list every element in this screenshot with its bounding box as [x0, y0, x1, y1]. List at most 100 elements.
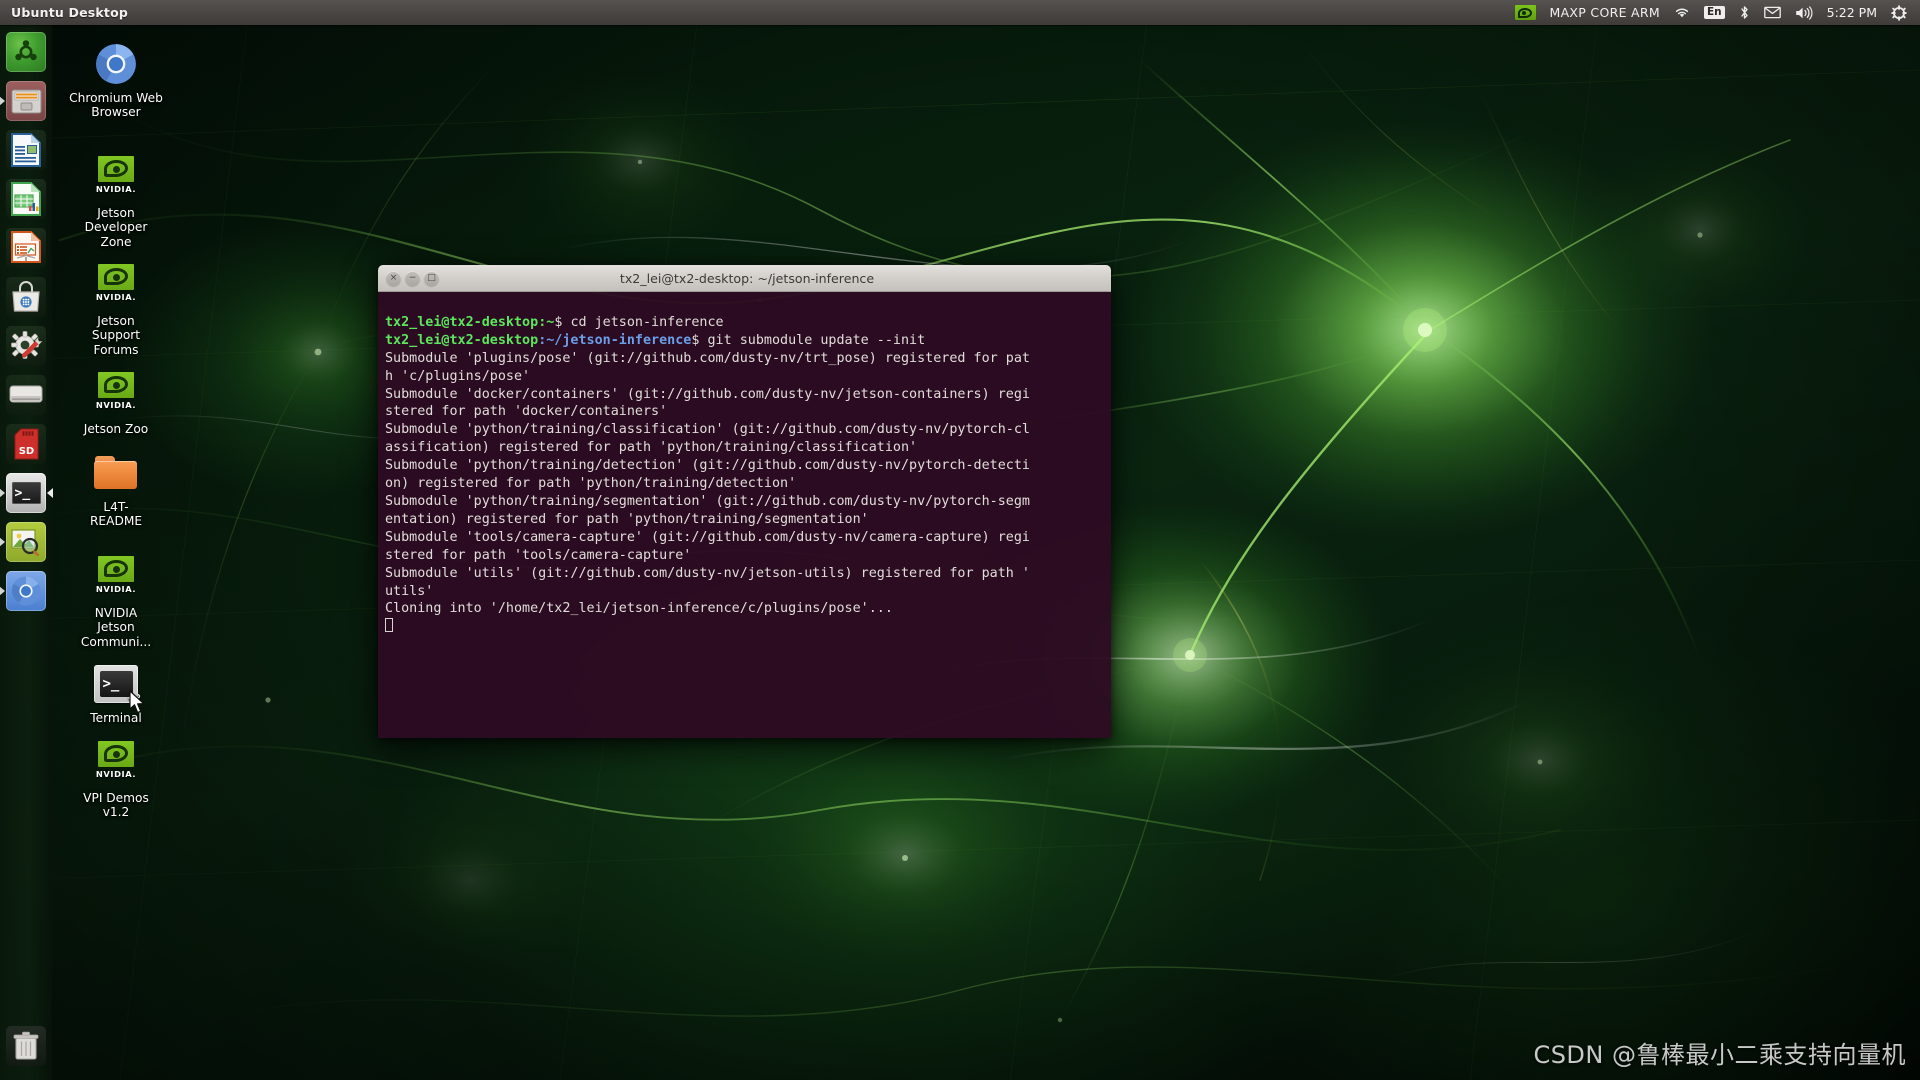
nvidia-wordmark: NVIDIA.: [96, 769, 136, 779]
settings-gear-icon: [10, 330, 43, 363]
panel-indicators: MAXP CORE ARM En: [1508, 0, 1920, 25]
wifi-icon: [1674, 6, 1690, 19]
presentation-impress-icon: [6, 228, 46, 268]
terminal-art: >_ ↩: [94, 665, 138, 703]
desktop-icon-vpi-demos[interactable]: NVIDIA. VPI Demos v1.2: [68, 740, 164, 820]
desktop-icon-label: Chromium Web Browser: [69, 91, 163, 120]
minimize-icon[interactable]: −: [405, 271, 420, 286]
trash-bin-icon: [6, 1026, 46, 1066]
profile-indicator[interactable]: MAXP CORE ARM: [1543, 0, 1667, 25]
launcher-item-libreoffice-calc[interactable]: [4, 177, 48, 221]
command-text: cd jetson-inference: [570, 315, 723, 330]
nvidia-eye-icon: [98, 741, 134, 767]
image-viewer-icon: [10, 527, 42, 557]
close-icon[interactable]: ×: [386, 271, 401, 286]
terminal-window[interactable]: × − □ tx2_lei@tx2-desktop: ~/jetson-infe…: [378, 265, 1111, 738]
ubuntu-logo-icon: [6, 32, 46, 72]
maximize-icon[interactable]: □: [424, 271, 439, 286]
desktop-icon-terminal[interactable]: >_ ↩ Terminal: [68, 660, 164, 725]
watermark-text: CSDN @鲁棒最小二乘支持向量机: [1533, 1035, 1906, 1070]
unity-launcher: SD >_: [0, 25, 52, 1080]
shortcut-link-arrow-icon: ↩: [128, 690, 141, 706]
clock-indicator[interactable]: 5:22 PM: [1820, 0, 1884, 25]
terminal-prompt-icon: >_: [6, 473, 46, 513]
svg-text:SD: SD: [18, 446, 34, 457]
nvidia-wordmark: NVIDIA.: [96, 400, 136, 410]
memory-card-icon: SD: [14, 428, 39, 460]
prompt-symbol: $: [554, 315, 570, 330]
profile-label: MAXP CORE ARM: [1550, 5, 1660, 20]
volume-indicator[interactable]: [1788, 0, 1820, 25]
desktop-icon-jetson-support-forums[interactable]: NVIDIA. Jetson Support Forums: [68, 263, 164, 357]
desktop-icon-label: L4T- README: [90, 500, 142, 529]
session-indicator[interactable]: [1884, 0, 1914, 25]
bluetooth-icon: [1739, 5, 1750, 20]
bluetooth-indicator[interactable]: [1732, 0, 1757, 25]
nvidia-eye-icon: [98, 156, 134, 182]
file-manager-icon: [6, 81, 46, 121]
mail-indicator[interactable]: [1757, 0, 1788, 25]
terminal-title: tx2_lei@tx2-desktop: ~/jetson-inference: [443, 271, 1111, 286]
launcher-item-libreoffice-writer[interactable]: [4, 128, 48, 172]
terminal-icon: >_ ↩: [92, 660, 140, 708]
nvidia-eye-icon: [98, 556, 134, 582]
desktop-icon-l4t-readme[interactable]: L4T- README: [68, 449, 164, 529]
launcher-item-trash[interactable]: [4, 1024, 48, 1068]
launcher-item-terminal[interactable]: >_: [4, 471, 48, 515]
launcher-item-chromium[interactable]: [4, 569, 48, 613]
desktop-icon-label: Jetson Support Forums: [92, 314, 140, 357]
launcher-item-ubuntu-dash[interactable]: [4, 30, 48, 74]
top-panel: Ubuntu Desktop MAXP CORE ARM En: [0, 0, 1920, 25]
speaker-icon: [1795, 6, 1813, 20]
nvidia-indicator[interactable]: [1508, 0, 1543, 25]
folder-icon: [92, 449, 140, 497]
desktop-icon-label: Jetson Developer Zone: [85, 206, 148, 249]
external-drive-icon: [9, 385, 43, 405]
launcher-item-libreoffice-impress[interactable]: [4, 226, 48, 270]
hard-drive-icon: [6, 375, 46, 415]
photo-magnifier-icon: [6, 522, 46, 562]
launcher-item-disk-drive[interactable]: [4, 373, 48, 417]
nvidia-logo-icon: NVIDIA.: [92, 155, 140, 203]
desktop-icon-jetson-zoo[interactable]: NVIDIA. Jetson Zoo: [68, 371, 164, 436]
ubuntu-circle-of-friends-icon: [12, 38, 40, 66]
trash-can-icon: [12, 1031, 40, 1061]
launcher-item-system-settings[interactable]: [4, 324, 48, 368]
nvidia-eye-icon: [1515, 5, 1536, 20]
launcher-item-sd-card[interactable]: SD: [4, 422, 48, 466]
terminal-cursor: [385, 618, 393, 632]
desktop-icon-label: Jetson Zoo: [84, 422, 149, 436]
terminal-output-text: Submodule 'plugins/pose' (git://github.c…: [385, 351, 1030, 617]
envelope-icon: [1764, 6, 1781, 19]
shopping-bag-icon: [11, 281, 41, 313]
nvidia-wordmark: NVIDIA.: [96, 292, 136, 302]
nvidia-logo-box: NVIDIA.: [93, 156, 139, 202]
launcher-item-ubuntu-software[interactable]: [4, 275, 48, 319]
terminal-output-area[interactable]: tx2_lei@tx2-desktop:~$ cd jetson-inferen…: [378, 292, 1111, 738]
prompt-user: tx2_lei@tx2-desktop: [385, 315, 538, 330]
launcher-item-files[interactable]: [4, 79, 48, 123]
panel-title[interactable]: Ubuntu Desktop: [11, 5, 128, 20]
desktop-icon-jetson-developer-zone[interactable]: NVIDIA. Jetson Developer Zone: [68, 155, 164, 249]
nvidia-logo-icon: NVIDIA.: [92, 263, 140, 311]
prompt-path: :~: [538, 315, 554, 330]
chromium-globe-icon: [92, 40, 140, 88]
terminal-titlebar[interactable]: × − □ tx2_lei@tx2-desktop: ~/jetson-infe…: [378, 265, 1111, 292]
nvidia-logo-box: NVIDIA.: [93, 372, 139, 418]
clock-label: 5:22 PM: [1827, 5, 1877, 20]
nvidia-logo-box: NVIDIA.: [93, 556, 139, 602]
keyboard-layout-indicator[interactable]: En: [1697, 0, 1732, 25]
launcher-item-image-viewer[interactable]: [4, 520, 48, 564]
nvidia-eye-icon: [98, 264, 134, 290]
desktop-icon-nvidia-jetson-community[interactable]: NVIDIA. NVIDIA Jetson Communi...: [68, 555, 164, 649]
desktop-icon-chromium-web-browser[interactable]: Chromium Web Browser: [68, 40, 164, 120]
spreadsheet-calc-icon: [6, 179, 46, 219]
network-indicator[interactable]: [1667, 0, 1697, 25]
nvidia-logo-icon: NVIDIA.: [92, 740, 140, 788]
chromium-globe-icon: [6, 571, 46, 611]
software-store-bag-icon: [6, 277, 46, 317]
nvidia-logo-icon: NVIDIA.: [92, 555, 140, 603]
calc-spreadsheet-icon: [11, 182, 41, 216]
nvidia-wordmark: NVIDIA.: [96, 584, 136, 594]
command-text: git submodule update --init: [708, 333, 926, 348]
